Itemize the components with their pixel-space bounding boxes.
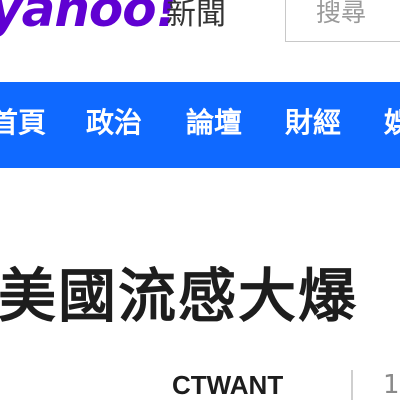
article-date: 1	[383, 370, 400, 400]
nav-item-politics[interactable]: 政治	[86, 109, 142, 137]
nav-item-home[interactable]: 首頁	[0, 109, 46, 137]
byline-divider	[351, 370, 353, 400]
nav-item-entertainment[interactable]: 娛	[384, 109, 400, 137]
search-box[interactable]	[285, 0, 400, 42]
article-byline: CTWANT 1	[0, 360, 400, 400]
logo-news-label: 新聞	[166, 0, 226, 32]
nav-item-forum[interactable]: 論壇	[186, 109, 242, 137]
site-header: yahoo! 新聞	[0, 0, 400, 82]
article-source[interactable]: CTWANT	[172, 372, 283, 398]
article-headline: 美國流感大爆	[0, 261, 359, 330]
logo-wordmark: yahoo!	[0, 0, 178, 38]
category-nav: 首頁 政治 論壇 財經 娛	[0, 82, 400, 168]
nav-item-finance[interactable]: 財經	[285, 109, 341, 137]
search-input[interactable]	[316, 0, 400, 27]
yahoo-logo[interactable]: yahoo!	[0, 0, 178, 38]
page: yahoo! 新聞 首頁 政治 論壇 財經 娛 美國流感大爆 CTWANT 1	[0, 0, 400, 400]
